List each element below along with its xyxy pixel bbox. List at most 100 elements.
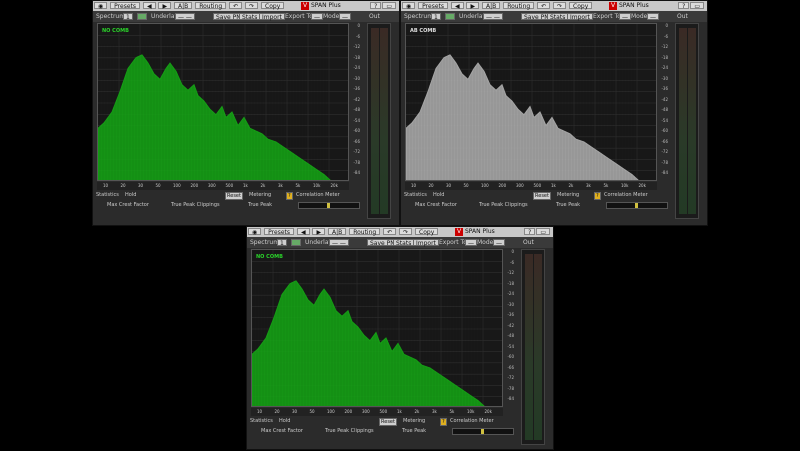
voxengo-logo-icon: V (301, 2, 309, 10)
copy-button[interactable]: Copy (415, 228, 439, 236)
freq-tick-label: 30 (446, 183, 452, 188)
correlation-meter-bar (606, 202, 668, 209)
db-tick-label: -42 (661, 96, 668, 102)
spectrum-select[interactable]: 1 (277, 239, 287, 247)
statistics-panel: Statistics Hold Reset Metering ? Correla… (93, 191, 363, 225)
routing-button[interactable]: Routing (503, 2, 535, 10)
export-to-select[interactable]: — (311, 13, 323, 21)
help-icon[interactable]: ? (524, 228, 536, 236)
underlay-label: Underlay (459, 13, 487, 20)
preset-next-button[interactable]: ▶ (466, 2, 480, 10)
app-title: V SPAN Plus (301, 1, 341, 11)
mode-select[interactable]: — (339, 13, 351, 21)
undo-button[interactable]: ↶ (383, 228, 397, 236)
metering-help-button[interactable]: ? (594, 192, 601, 200)
help-icon[interactable]: ? (678, 2, 690, 10)
copy-button[interactable]: Copy (569, 2, 593, 10)
ab-button[interactable]: A|B (328, 228, 347, 236)
stats-menu-button[interactable]: Stats (393, 239, 415, 247)
spectrum-plot[interactable]: NO COMB (97, 23, 349, 181)
title-bar: ◉ Presets ◀ ▶ A|B Routing ↶ ↷ Copy V SPAN… (247, 227, 553, 237)
export-to-select[interactable]: — (619, 13, 631, 21)
freq-tick-label: 500 (225, 183, 234, 188)
freq-tick-label: 300 (516, 183, 524, 188)
freq-tick-label: 10 (257, 409, 263, 414)
underlay-select[interactable]: — — (175, 13, 195, 21)
mode-select[interactable]: — (493, 239, 505, 247)
freq-tick-label: 2k (260, 183, 266, 188)
db-tick-label: -72 (507, 375, 514, 381)
spectrum-color-swatch[interactable] (137, 13, 147, 20)
freq-tick-label: 20 (428, 183, 434, 188)
presets-button[interactable]: Presets (418, 2, 449, 10)
output-meter (521, 249, 545, 445)
underlay-label: Underlay (305, 239, 333, 246)
preset-next-button[interactable]: ▶ (158, 2, 172, 10)
db-tick-label: -66 (507, 364, 514, 370)
db-tick-label: -78 (507, 385, 514, 391)
help-icon[interactable]: ? (370, 2, 382, 10)
reset-button[interactable]: Reset (225, 192, 243, 200)
preset-prev-button[interactable]: ◀ (142, 2, 156, 10)
redo-button[interactable]: ↷ (245, 2, 259, 10)
db-tick-label: 0 (665, 23, 668, 28)
window-icon[interactable]: ▭ (536, 228, 550, 236)
window-icon[interactable]: ▭ (690, 2, 704, 10)
routing-button[interactable]: Routing (349, 228, 381, 236)
freq-tick-label: 300 (362, 409, 370, 414)
output-meter (675, 23, 699, 219)
preset-next-button[interactable]: ▶ (312, 228, 326, 236)
correlation-meter-label: Correlation Meter (296, 192, 340, 198)
undo-button[interactable]: ↶ (537, 2, 551, 10)
spectrum-color-swatch[interactable] (291, 239, 301, 246)
power-button[interactable]: ◉ (94, 2, 108, 10)
freq-tick-label: 10k (467, 409, 475, 414)
freq-tick-label: 1k (243, 183, 248, 188)
output-meter-left (371, 28, 379, 214)
spectrum-plot[interactable]: NO COMB (251, 249, 503, 407)
spectrum-select[interactable]: 1 (123, 13, 133, 21)
hold-label: Hold (125, 192, 137, 198)
span-plus-window-1: ◉ Presets ◀ ▶ A|B Routing ↶ ↷ Copy V SPAN… (92, 0, 400, 226)
underlay-select[interactable]: — — (329, 239, 349, 247)
spectrum-plot[interactable]: AB COMB (405, 23, 657, 181)
output-meter (367, 23, 391, 219)
redo-button[interactable]: ↷ (553, 2, 567, 10)
import-button[interactable]: Import (259, 13, 285, 21)
metering-help-button[interactable]: ? (286, 192, 293, 200)
presets-button[interactable]: Presets (110, 2, 141, 10)
spectrum-color-swatch[interactable] (445, 13, 455, 20)
stats-menu-button[interactable]: Stats (547, 13, 569, 21)
ab-button[interactable]: A|B (174, 2, 193, 10)
preset-prev-button[interactable]: ◀ (296, 228, 310, 236)
ab-button[interactable]: A|B (482, 2, 501, 10)
redo-button[interactable]: ↷ (399, 228, 413, 236)
freq-tick-label: 10k (313, 183, 321, 188)
preset-prev-button[interactable]: ◀ (450, 2, 464, 10)
undo-button[interactable]: ↶ (229, 2, 243, 10)
mode-select[interactable]: — (647, 13, 659, 21)
stats-menu-button[interactable]: Stats (239, 13, 261, 21)
import-button[interactable]: Import (567, 13, 593, 21)
underlay-select[interactable]: — — (483, 13, 503, 21)
freq-tick-label: 100 (173, 183, 181, 188)
routing-button[interactable]: Routing (195, 2, 227, 10)
reset-button[interactable]: Reset (379, 418, 397, 426)
export-to-label: Export To (439, 239, 467, 246)
freq-tick-label: 20k (484, 409, 492, 414)
power-button[interactable]: ◉ (248, 228, 262, 236)
correlation-indicator (635, 203, 638, 208)
window-icon[interactable]: ▭ (382, 2, 396, 10)
import-button[interactable]: Import (413, 239, 439, 247)
spectrum-select[interactable]: 1 (431, 13, 441, 21)
reset-button[interactable]: Reset (533, 192, 551, 200)
copy-button[interactable]: Copy (261, 2, 285, 10)
metering-label: Metering (557, 192, 580, 198)
power-button[interactable]: ◉ (402, 2, 416, 10)
db-scale: 0 -6 -12 -18 -24 -30 -36 -42 -48 -54 -60 -66 -72 -78 -… (505, 249, 515, 407)
presets-button[interactable]: Presets (264, 228, 295, 236)
mode-label: Mode (323, 13, 340, 20)
export-to-select[interactable]: — (465, 239, 477, 247)
metering-help-button[interactable]: ? (440, 418, 447, 426)
frequency-axis: 10 20 30 50 100 200 300 500 1k 2k 3k 5k 10k 20k (97, 182, 349, 190)
